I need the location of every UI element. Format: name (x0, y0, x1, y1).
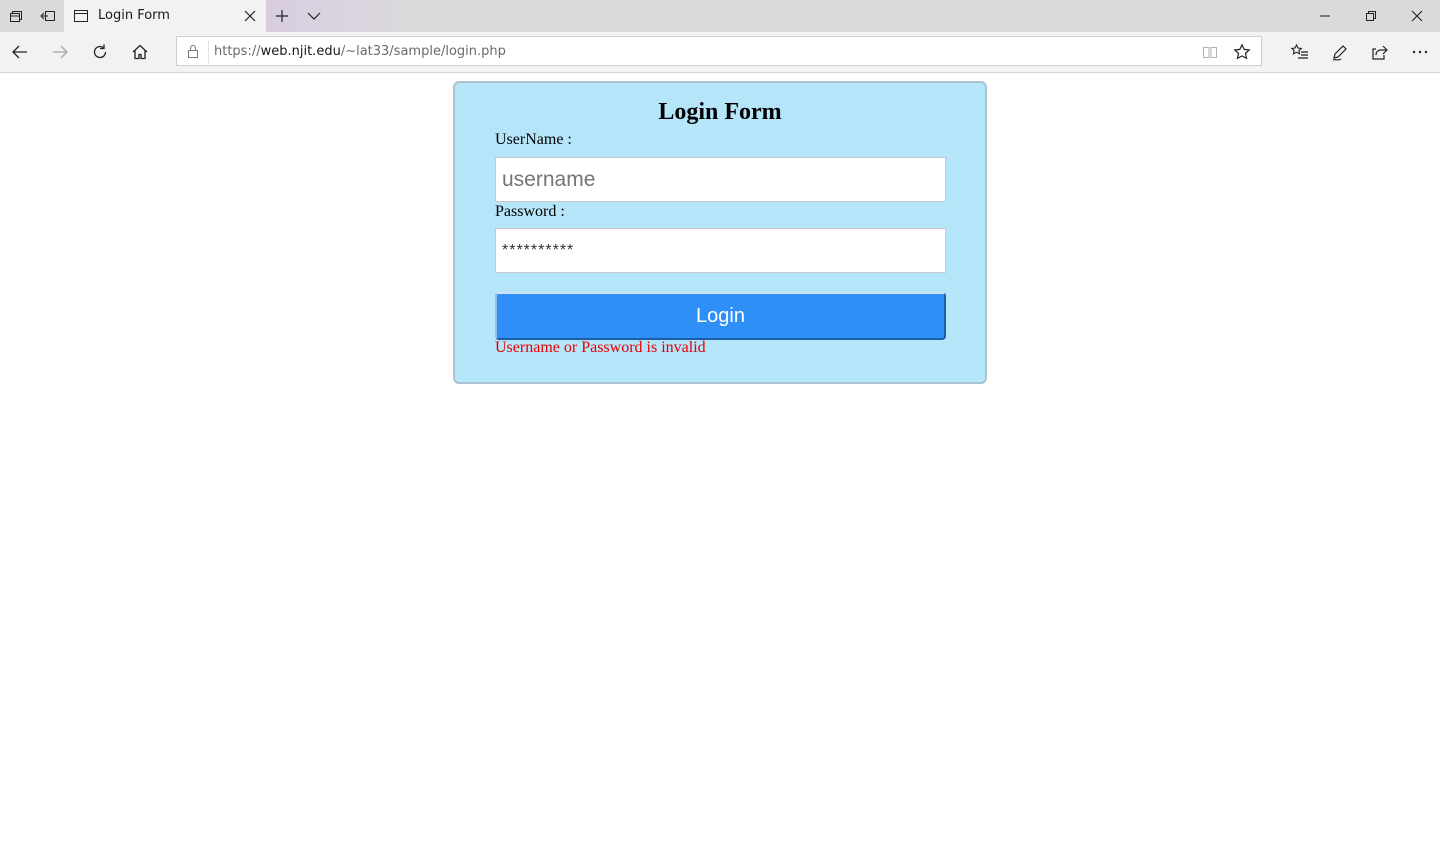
refresh-icon (91, 43, 109, 61)
restore-tabs-icon (40, 8, 56, 24)
close-icon[interactable] (242, 8, 258, 24)
share-button[interactable] (1360, 32, 1400, 72)
forward-button[interactable] (40, 32, 80, 72)
restore-window-icon (1365, 10, 1377, 22)
home-icon (131, 43, 149, 61)
tab-login-form[interactable]: Login Form (64, 0, 266, 32)
plus-icon (274, 8, 290, 24)
url-path: /~lat33/sample/login.php (340, 44, 506, 59)
forward-arrow-icon (51, 43, 69, 61)
url-text[interactable]: https://web.njit.edu/~lat33/sample/login… (214, 44, 506, 59)
favorites-list-icon (1291, 43, 1309, 61)
username-label: UserName : (495, 131, 572, 148)
address-divider (208, 41, 209, 63)
close-window-icon (1411, 10, 1423, 22)
browser-nav-bar: https://web.njit.edu/~lat33/sample/login… (0, 32, 1440, 73)
password-label: Password : (495, 203, 565, 220)
username-input[interactable] (495, 157, 946, 202)
browser-title-bar: Login Form (0, 0, 1440, 32)
tabs-aside-icon (8, 8, 24, 24)
new-tab-button[interactable] (266, 0, 298, 32)
url-scheme: https:// (214, 44, 261, 59)
more-icon (1411, 43, 1429, 61)
url-host: web.njit.edu (260, 44, 341, 59)
chevron-down-icon (306, 8, 322, 24)
login-form-card: Login Form UserName : Password : Login U… (453, 81, 987, 384)
page-icon (73, 8, 89, 24)
add-favorite-button[interactable] (1233, 43, 1251, 61)
pen-icon (1331, 43, 1349, 61)
password-input[interactable] (495, 228, 946, 273)
reading-view-button[interactable] (1201, 43, 1219, 61)
share-icon (1371, 43, 1389, 61)
restore-button[interactable] (1348, 0, 1394, 32)
lock-icon[interactable] (185, 43, 201, 59)
favorites-hub-button[interactable] (1280, 32, 1320, 72)
more-button[interactable] (1400, 32, 1440, 72)
address-bar[interactable]: https://web.njit.edu/~lat33/sample/login… (176, 36, 1262, 66)
web-notes-button[interactable] (1320, 32, 1360, 72)
restore-tabs-button[interactable] (32, 0, 64, 32)
close-window-button[interactable] (1394, 0, 1440, 32)
tabs-aside-button[interactable] (0, 0, 32, 32)
error-message: Username or Password is invalid (495, 339, 706, 356)
back-arrow-icon (11, 43, 29, 61)
star-icon (1233, 43, 1251, 61)
minimize-button[interactable] (1302, 0, 1348, 32)
tab-list-button[interactable] (298, 0, 330, 32)
minimize-icon (1319, 10, 1331, 22)
refresh-button[interactable] (80, 32, 120, 72)
login-button[interactable]: Login (495, 292, 946, 340)
home-button[interactable] (120, 32, 160, 72)
back-button[interactable] (0, 32, 40, 72)
book-icon (1202, 44, 1218, 60)
form-title: Login Form (658, 99, 782, 125)
tab-title: Login Form (98, 8, 170, 23)
